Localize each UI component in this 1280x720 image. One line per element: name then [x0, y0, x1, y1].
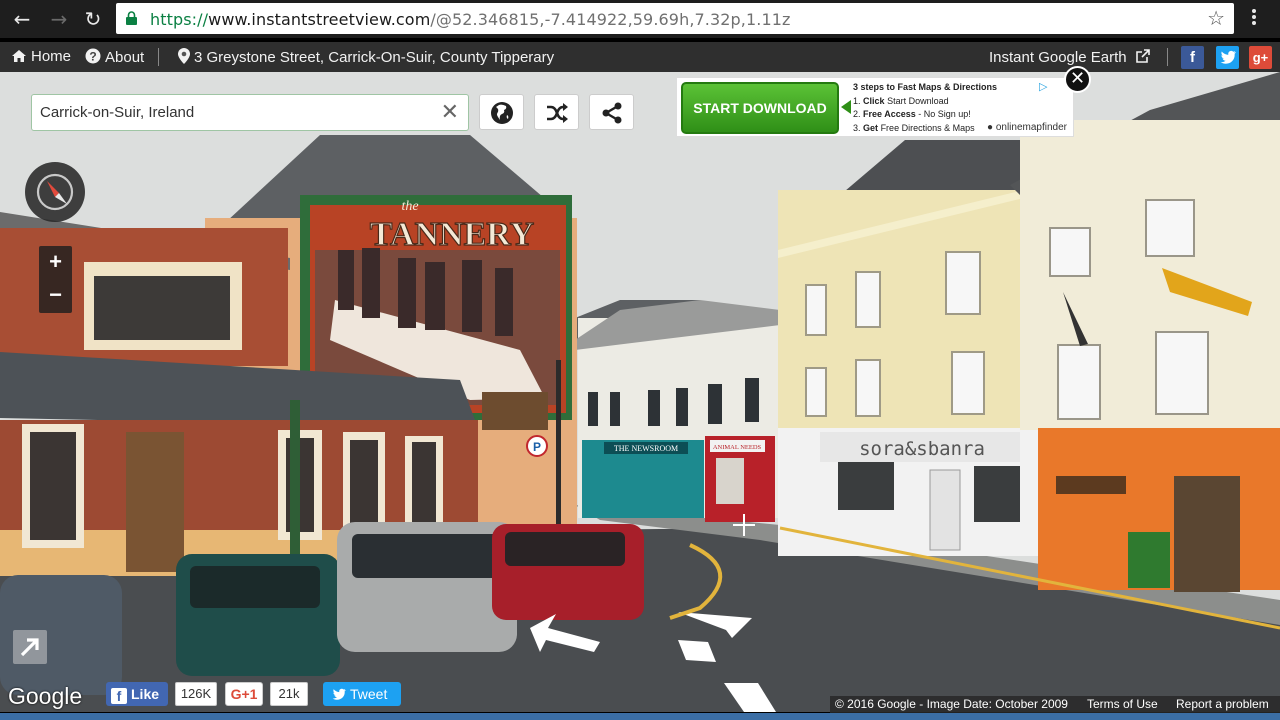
- ad-brand: ● onlinemapfinder: [987, 122, 1067, 133]
- question-icon: ?: [85, 48, 101, 64]
- external-link-icon: [1135, 49, 1150, 63]
- forward-icon[interactable]: →: [46, 6, 72, 32]
- map-footer: © 2016 Google - Image Date: October 2009…: [830, 696, 1280, 713]
- search-input[interactable]: [40, 104, 430, 121]
- google-plus-one-button[interactable]: G+1: [225, 682, 263, 706]
- address-bar[interactable]: https://www.instantstreetview.com/@52.34…: [116, 3, 1234, 34]
- google-plus-icon[interactable]: g+: [1249, 46, 1272, 69]
- mural-subtitle: the: [401, 199, 418, 214]
- google-logo: Google: [8, 683, 83, 709]
- facebook-like-button[interactable]: f Like: [106, 682, 168, 706]
- expand-arrow-icon: [20, 638, 39, 657]
- divider: [1167, 48, 1168, 66]
- lock-icon: [126, 11, 137, 25]
- bookmark-star-icon[interactable]: ☆: [1207, 6, 1225, 30]
- advertisement-banner[interactable]: START DOWNLOAD 3 steps to Fast Maps & Di…: [676, 77, 1074, 137]
- ad-steps: 3 steps to Fast Maps & Directions 1. Cli…: [853, 82, 998, 133]
- zoom-in-button[interactable]: +: [39, 246, 72, 279]
- street-view-panorama[interactable]: THE NEWSROOM ANIMAL NEEDS sora&sbanra TA…: [0, 72, 1280, 712]
- browser-toolbar: ← → ↻ https://www.instantstreetview.com/…: [0, 0, 1280, 38]
- home-icon: [12, 50, 26, 62]
- terms-of-use-link[interactable]: Terms of Use: [1087, 696, 1158, 713]
- adchoices-icon[interactable]: ▷: [1039, 80, 1055, 94]
- tweet-button[interactable]: Tweet: [323, 682, 401, 706]
- mural-title: TANNERY: [370, 216, 534, 253]
- fullscreen-button[interactable]: [13, 630, 47, 664]
- share-icon: [602, 102, 622, 124]
- location-label: 3 Greystone Street, Carrick-On-Suir, Cou…: [178, 48, 554, 66]
- twitter-icon: [332, 688, 346, 700]
- facebook-icon[interactable]: f: [1181, 46, 1204, 69]
- shop-sign-sora: sora&sbanra: [859, 438, 985, 460]
- site-top-bar: Home ? About 3 Greystone Street, Carrick-…: [0, 42, 1280, 72]
- random-location-button[interactable]: [534, 94, 579, 130]
- back-icon[interactable]: ←: [9, 6, 35, 32]
- clear-icon[interactable]: ✕: [441, 100, 459, 125]
- like-count: 126K: [175, 682, 217, 706]
- zoom-control: + −: [39, 246, 72, 313]
- compass-icon: [36, 173, 74, 211]
- ad-close-icon[interactable]: ✕: [1064, 66, 1091, 93]
- about-link[interactable]: ? About: [85, 48, 144, 66]
- ad-arrow-icon: [841, 100, 851, 114]
- svg-text:?: ?: [89, 50, 96, 64]
- map-pin-icon: [178, 48, 190, 64]
- browser-menu-icon[interactable]: [1252, 9, 1258, 27]
- divider: [158, 48, 159, 66]
- parking-sign: P: [533, 440, 541, 454]
- home-link[interactable]: Home: [11, 48, 71, 65]
- copyright-text: © 2016 Google - Image Date: October 2009: [835, 697, 1068, 711]
- street-view-image: THE NEWSROOM ANIMAL NEEDS sora&sbanra TA…: [0, 72, 1280, 712]
- shuffle-icon: [547, 103, 568, 123]
- location-search[interactable]: ✕: [31, 94, 469, 131]
- address-url: https://www.instantstreetview.com/@52.34…: [150, 10, 791, 29]
- gplus-count: 21k: [270, 682, 308, 706]
- os-taskbar: [0, 713, 1280, 720]
- globe-icon: [491, 102, 513, 124]
- facebook-icon: f: [111, 688, 127, 704]
- zoom-out-button[interactable]: −: [39, 279, 72, 312]
- report-problem-link[interactable]: Report a problem: [1176, 696, 1269, 713]
- compass-control[interactable]: [25, 162, 85, 222]
- twitter-icon[interactable]: [1216, 46, 1239, 69]
- globe-button[interactable]: [479, 94, 524, 130]
- share-button[interactable]: [589, 94, 634, 130]
- start-download-button[interactable]: START DOWNLOAD: [681, 82, 839, 134]
- newsroom-sign: THE NEWSROOM: [614, 444, 678, 453]
- reload-icon[interactable]: ↻: [80, 6, 106, 32]
- animal-needs-sign: ANIMAL NEEDS: [713, 444, 762, 451]
- instant-google-earth-link[interactable]: Instant Google Earth: [989, 48, 1155, 66]
